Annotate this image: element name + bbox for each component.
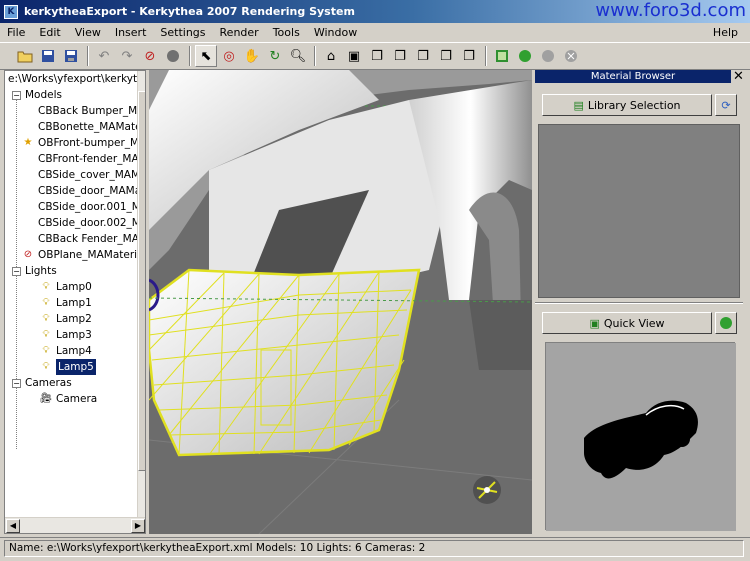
menu-tools[interactable]: Tools bbox=[266, 23, 307, 42]
home-view-icon[interactable]: ⌂ bbox=[320, 45, 342, 67]
panel-title: Material Browser bbox=[535, 70, 731, 83]
star-icon: ★ bbox=[23, 137, 33, 148]
window-title: kerkytheaExport - Kerkythea 2007 Renderi… bbox=[24, 5, 355, 18]
pause-render-icon[interactable] bbox=[537, 45, 559, 67]
menu-edit[interactable]: Edit bbox=[32, 23, 67, 42]
tree-item-light[interactable]: 💡︎ Lamp0 bbox=[39, 279, 92, 295]
scroll-left-icon[interactable]: ◀ bbox=[6, 519, 20, 533]
collapse-icon[interactable]: − bbox=[12, 378, 21, 388]
lamp-icon: 💡︎ bbox=[42, 297, 50, 308]
menu-render[interactable]: Render bbox=[213, 23, 266, 42]
no-light-icon[interactable]: ⊘ bbox=[139, 45, 161, 67]
menu-view[interactable]: View bbox=[68, 23, 108, 42]
menu-help[interactable]: Help bbox=[713, 23, 738, 42]
tree-item-model[interactable]: CBBack Fender_MAMate bbox=[21, 231, 145, 247]
toolbar-separator bbox=[189, 46, 191, 66]
material-list-area[interactable] bbox=[538, 124, 740, 298]
status-bar: Name: e:\Works\yfexport\kerkytheaExport.… bbox=[0, 537, 750, 558]
render-image-icon[interactable] bbox=[491, 45, 513, 67]
lamp-icon: 💡︎ bbox=[42, 281, 50, 292]
tree-item-light[interactable]: 💡︎ Lamp1 bbox=[39, 295, 92, 311]
tree-item-model[interactable]: CBBonette_MAMaterial bbox=[21, 119, 145, 135]
select-cursor-icon[interactable]: ⬉ bbox=[195, 45, 217, 67]
camera-icon: 🎥︎ bbox=[39, 393, 53, 404]
tree-vertical-scrollbar[interactable] bbox=[137, 71, 145, 517]
tree-item-camera[interactable]: 🎥︎ Camera bbox=[39, 391, 98, 407]
quick-view-button[interactable]: ▣ Quick View bbox=[542, 312, 712, 334]
material-preview bbox=[545, 342, 736, 531]
cube-right-icon[interactable]: ❐ bbox=[435, 45, 457, 67]
quick-view-icon: ▣ bbox=[589, 316, 600, 330]
open-folder-icon[interactable] bbox=[14, 45, 36, 67]
library-icon: ▤ bbox=[573, 98, 584, 112]
camera-view-icon[interactable]: ▣ bbox=[343, 45, 365, 67]
3d-viewport[interactable] bbox=[149, 70, 532, 534]
collapse-icon[interactable]: − bbox=[12, 90, 21, 100]
tree-root-path: e:\Works\yfexport\kerkythea bbox=[8, 73, 146, 85]
save-as-icon[interactable] bbox=[60, 45, 82, 67]
toolbar: ↶ ↷ ⊘ ⬉ ◎ ✋ ↻ 🔍︎ ⌂ ▣ ❐ ❐ ❐ ❐ ❐ bbox=[0, 42, 750, 70]
tree-node-lights[interactable]: − Lights bbox=[12, 263, 57, 279]
tree-node-models[interactable]: − Models bbox=[12, 87, 62, 103]
tree-item-model[interactable]: CBSide_cover_MAMate bbox=[21, 167, 145, 183]
cube-top-icon[interactable]: ❐ bbox=[458, 45, 480, 67]
tree-item-light[interactable]: 💡︎ Lamp4 bbox=[39, 343, 92, 359]
stop-render-icon[interactable] bbox=[560, 45, 582, 67]
toolbar-separator bbox=[314, 46, 316, 66]
cube-back-icon[interactable]: ❐ bbox=[389, 45, 411, 67]
tree-item-model[interactable]: CBSide_door.002_MAM bbox=[21, 215, 145, 231]
lamp-icon: 💡︎ bbox=[42, 345, 50, 356]
tree-horizontal-scrollbar[interactable]: ◀ ▶ bbox=[5, 517, 145, 533]
tree-node-cameras[interactable]: − Cameras bbox=[12, 375, 72, 391]
start-render-icon[interactable] bbox=[514, 45, 536, 67]
disabled-light-icon: ⊘ bbox=[23, 249, 33, 260]
target-icon[interactable]: ◎ bbox=[218, 45, 240, 67]
save-icon[interactable] bbox=[37, 45, 59, 67]
tree-item-model[interactable]: ★ OBFront-bumper_M bbox=[21, 135, 140, 151]
toolbar-separator bbox=[485, 46, 487, 66]
tree-item-model[interactable]: CBBack Bumper_MAMa bbox=[21, 103, 145, 119]
watermark-text: www.foro3d.com bbox=[595, 0, 746, 21]
refresh-icon: ⟳ bbox=[721, 98, 731, 112]
tree-item-model[interactable]: CBFront-fender_MAMa bbox=[21, 151, 145, 167]
scroll-right-icon[interactable]: ▶ bbox=[131, 519, 145, 533]
menu-file[interactable]: File bbox=[0, 23, 32, 42]
title-bar: K kerkytheaExport - Kerkythea 2007 Rende… bbox=[0, 0, 750, 23]
cube-left-icon[interactable]: ❐ bbox=[412, 45, 434, 67]
menu-settings[interactable]: Settings bbox=[153, 23, 212, 42]
lamp-icon: 💡︎ bbox=[42, 329, 50, 340]
undo-icon[interactable]: ↶ bbox=[93, 45, 115, 67]
app-icon: K bbox=[4, 4, 18, 19]
render-preview-icon bbox=[720, 317, 732, 329]
collapse-icon[interactable]: − bbox=[12, 266, 21, 276]
zoom-icon[interactable]: 🔍︎ bbox=[287, 45, 309, 67]
toolbar-separator bbox=[87, 46, 89, 66]
tree-item-light-selected[interactable]: 💡︎ Lamp5 bbox=[39, 359, 96, 375]
menu-bar: File Edit View Insert Settings Render To… bbox=[0, 23, 750, 42]
menu-insert[interactable]: Insert bbox=[108, 23, 154, 42]
tree-item-light[interactable]: 💡︎ Lamp2 bbox=[39, 311, 92, 327]
library-selection-button[interactable]: ▤ Library Selection bbox=[542, 94, 712, 116]
cube-front-icon[interactable]: ❐ bbox=[366, 45, 388, 67]
refresh-button[interactable]: ⟳ bbox=[715, 94, 737, 116]
pan-hand-icon[interactable]: ✋ bbox=[241, 45, 263, 67]
tree-item-model[interactable]: CBSide_door_MAMater bbox=[21, 183, 145, 199]
rotate-icon[interactable]: ↻ bbox=[264, 45, 286, 67]
tree-item-light[interactable]: 💡︎ Lamp3 bbox=[39, 327, 92, 343]
menu-window[interactable]: Window bbox=[307, 23, 364, 42]
panel-divider bbox=[535, 302, 743, 304]
redo-icon[interactable]: ↷ bbox=[116, 45, 138, 67]
sphere-icon[interactable] bbox=[162, 45, 184, 67]
material-browser-panel: Material Browser ✕ ▤ Library Selection ⟳… bbox=[535, 70, 747, 534]
render-preview-button[interactable] bbox=[715, 312, 737, 334]
tree-item-model[interactable]: ⊘ OBPlane_MAMateri bbox=[21, 247, 137, 263]
tree-item-model[interactable]: CBSide_door.001_MAM bbox=[21, 199, 145, 215]
close-icon[interactable]: ✕ bbox=[733, 70, 744, 83]
scene-tree[interactable]: e:\Works\yfexport\kerkythea − Models CBB… bbox=[4, 70, 146, 534]
lamp-icon: 💡︎ bbox=[42, 313, 50, 324]
status-text: Name: e:\Works\yfexport\kerkytheaExport.… bbox=[4, 540, 744, 557]
lamp-icon: 💡︎ bbox=[42, 361, 50, 372]
tree-node-label: Models bbox=[25, 89, 62, 101]
